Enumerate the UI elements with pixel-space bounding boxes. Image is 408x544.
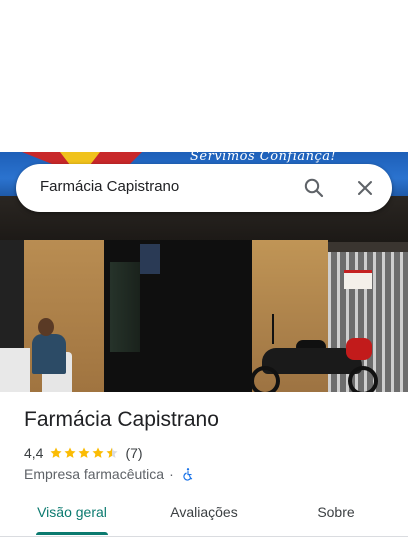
person-head: [38, 318, 54, 336]
motorcycle-mirror: [272, 314, 274, 344]
star-icon: [92, 447, 105, 458]
star-icon: [78, 447, 91, 458]
wheelchair-icon: [183, 468, 192, 481]
review-count[interactable]: (7): [125, 445, 142, 461]
tabs-divider: [0, 536, 408, 537]
star-icon: [64, 447, 77, 458]
separator-dot: ·: [169, 466, 174, 482]
motorcycle-wheel: [250, 366, 280, 392]
gate-sign: [344, 270, 372, 289]
search-bar[interactable]: Farmácia Capistrano: [16, 164, 392, 212]
place-category: Empresa farmacêutica: [24, 466, 165, 482]
tab-reviews[interactable]: Avaliações: [156, 504, 252, 520]
store-interior-sign: [140, 244, 160, 274]
place-title: Farmácia Capistrano: [24, 408, 219, 431]
motorcycle-wheel: [348, 366, 378, 392]
tab-overview[interactable]: Visão geral: [24, 504, 120, 520]
red-motorcycle: [346, 338, 372, 360]
rating-row[interactable]: 4,4 (7): [24, 444, 143, 462]
store-shelf: [110, 262, 140, 352]
search-icon[interactable]: [302, 176, 326, 200]
table: [0, 348, 30, 392]
person-body: [32, 334, 66, 374]
active-tab-indicator: [36, 532, 108, 535]
place-tabs: Visão geral Avaliações Sobre: [0, 494, 408, 536]
rating-stars: [49, 446, 119, 460]
rating-value: 4,4: [24, 445, 44, 461]
star-icon: [50, 447, 63, 458]
banner-slogan: Servimos Confiança!: [190, 152, 337, 164]
tab-about[interactable]: Sobre: [288, 504, 384, 520]
top-blank-area: [0, 0, 408, 152]
close-icon[interactable]: [353, 176, 377, 200]
category-row: Empresa farmacêutica ·: [24, 465, 195, 483]
search-input[interactable]: Farmácia Capistrano: [40, 178, 179, 195]
half-star-icon: [106, 447, 119, 458]
